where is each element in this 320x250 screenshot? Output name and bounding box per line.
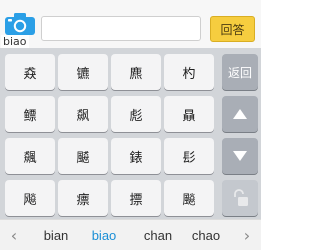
candidate-chao[interactable]: chao bbox=[186, 220, 226, 250]
lock-icon bbox=[234, 189, 248, 206]
character-key[interactable]: 镳 bbox=[58, 54, 108, 90]
candidate-chan[interactable]: chan bbox=[138, 220, 178, 250]
next-candidates-button[interactable]: › bbox=[239, 220, 255, 250]
answer-input[interactable] bbox=[41, 16, 201, 41]
character-key[interactable]: 麃 bbox=[111, 54, 161, 90]
character-key[interactable]: 髟 bbox=[164, 138, 214, 174]
up-arrow-icon bbox=[233, 109, 247, 119]
character-key[interactable]: 飈 bbox=[164, 180, 214, 216]
page-up-key[interactable] bbox=[222, 96, 258, 132]
character-key[interactable]: 贔 bbox=[164, 96, 214, 132]
character-key[interactable]: 錶 bbox=[111, 138, 161, 174]
candidate-biao[interactable]: biao bbox=[84, 220, 124, 250]
previous-candidates-button[interactable]: ‹ bbox=[6, 220, 22, 250]
down-arrow-icon bbox=[233, 151, 247, 161]
candidate-bian[interactable]: bian bbox=[36, 220, 76, 250]
character-keyboard: 猋 镳 麃 杓 返回 鳔 飙 彪 贔 飆 飇 錶 髟 飚 瘭 摽 飈 bbox=[0, 48, 261, 219]
pinyin-candidate-bar: ‹ bian biao chan chao › bbox=[0, 219, 261, 250]
chevron-left-icon: ‹ bbox=[10, 225, 18, 245]
lock-key[interactable] bbox=[222, 180, 258, 216]
character-key[interactable]: 飙 bbox=[58, 96, 108, 132]
character-key[interactable]: 摽 bbox=[111, 180, 161, 216]
character-key[interactable]: 鳔 bbox=[5, 96, 55, 132]
chevron-right-icon: › bbox=[243, 225, 251, 245]
character-key[interactable]: 瘭 bbox=[58, 180, 108, 216]
pinyin-label: biao bbox=[1, 35, 29, 48]
camera-icon bbox=[5, 13, 35, 35]
character-key[interactable]: 猋 bbox=[5, 54, 55, 90]
return-key[interactable]: 返回 bbox=[222, 54, 258, 90]
character-key[interactable]: 杓 bbox=[164, 54, 214, 90]
character-key[interactable]: 彪 bbox=[111, 96, 161, 132]
page-down-key[interactable] bbox=[222, 138, 258, 174]
camera-button[interactable]: biao bbox=[1, 12, 38, 48]
top-bar: biao 回答 bbox=[0, 0, 261, 48]
character-key[interactable]: 飚 bbox=[5, 180, 55, 216]
answer-button[interactable]: 回答 bbox=[210, 16, 255, 42]
character-key[interactable]: 飇 bbox=[58, 138, 108, 174]
character-key[interactable]: 飆 bbox=[5, 138, 55, 174]
